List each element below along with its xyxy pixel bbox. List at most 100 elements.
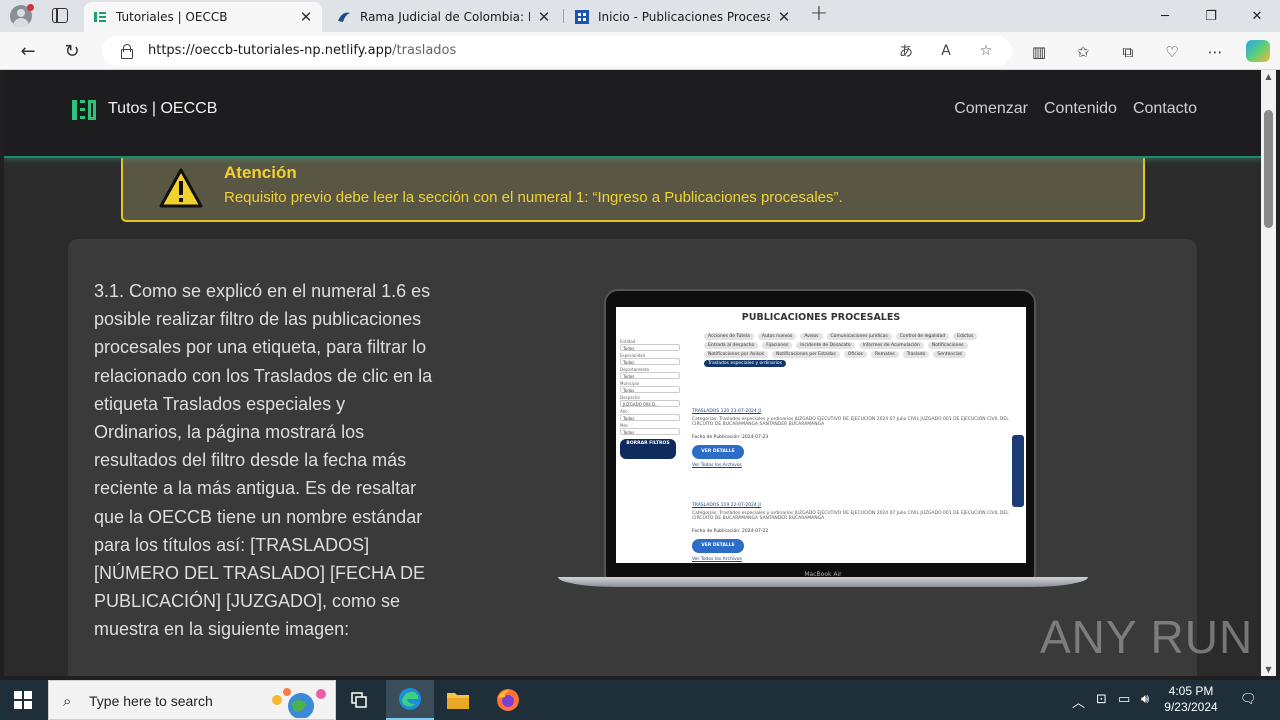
more-menu-icon[interactable]: ⋯ <box>1204 41 1226 63</box>
refresh-button[interactable]: ↻ <box>58 38 86 64</box>
tab-title: Rama Judicial de Colombia: Infor <box>360 10 530 24</box>
scroll-thumb[interactable] <box>1264 110 1273 228</box>
tag: Entrada al despacho <box>704 342 759 349</box>
tab-publicaciones[interactable]: Inicio - Publicaciones Procesales ✕ <box>566 2 800 32</box>
result-date: Fecha de Publicación: 2024-07-23 <box>692 435 769 440</box>
tag: Edictos <box>953 333 978 340</box>
watermark-logo: ANY RUN <box>1040 611 1254 663</box>
tab-close-icon[interactable]: ✕ <box>298 9 314 25</box>
address-bar[interactable]: https://oeccb-tutoriales-np.netlify.app/… <box>102 36 1012 66</box>
read-aloud-icon[interactable]: A <box>936 41 956 61</box>
laptop-screen: PUBLICACIONES PROCESALES Entidad Todos E… <box>616 307 1026 563</box>
tag: Oficios <box>843 351 867 358</box>
minimize-button[interactable]: ─ <box>1142 0 1188 32</box>
tag: Incidente de Desacato <box>796 342 855 349</box>
tag: Remates <box>870 351 899 358</box>
tutorial-paragraph: 3.1. Como se explicó en el numeral 1.6 e… <box>94 281 433 640</box>
tag: Sentencias <box>933 351 967 358</box>
doc-icon <box>92 9 108 25</box>
tab-title: Tutoriales | OECCB <box>116 10 228 24</box>
favorite-star-icon[interactable]: ☆ <box>976 41 996 61</box>
tag: Notificaciones por Estados <box>772 351 840 358</box>
clock-date: 9/23/2024 <box>1164 700 1218 714</box>
view-all-files-link: Ver Todos los Archivos <box>692 557 742 562</box>
tray-app-icon[interactable]: ⊡ <box>1096 692 1107 707</box>
new-tab-button[interactable]: + <box>808 3 830 26</box>
back-button[interactable]: ← <box>14 38 42 64</box>
rama-icon <box>336 9 352 25</box>
grid-icon <box>574 9 590 25</box>
result-categories: Categorías: Traslados especiales y ordin… <box>692 511 1009 521</box>
nav-comenzar[interactable]: Comenzar <box>954 100 1028 118</box>
laptop-screenshot-image: PUBLICACIONES PROCESALES Entidad Todos E… <box>558 289 1088 595</box>
network-icon[interactable]: ▭ <box>1118 692 1130 707</box>
url-path: /traslados <box>392 43 457 58</box>
page-scrollbar[interactable]: ▲ ▼ <box>1261 70 1276 676</box>
result-date: Fecha de Publicación: 2024-07-22 <box>692 529 769 534</box>
filter-select: Todos <box>620 372 680 379</box>
url-text[interactable]: https://oeccb-tutoriales-np.netlify.app/… <box>148 43 456 58</box>
tag: Notificaciones <box>927 342 968 349</box>
search-icon: ⌕ <box>63 692 72 710</box>
tab-title: Inicio - Publicaciones Procesales <box>598 10 770 24</box>
browser-essentials-icon[interactable]: ♡ <box>1161 41 1183 63</box>
task-view-icon[interactable] <box>336 680 384 720</box>
tab-close-icon[interactable]: ✕ <box>536 9 552 25</box>
alert-text: Requisito previo debe leer la sección co… <box>224 189 843 206</box>
firefox-icon[interactable] <box>484 680 532 720</box>
taskbar-search-box[interactable]: ⌕ Type here to search <box>48 680 336 720</box>
translate-icon[interactable]: あ <box>896 41 916 61</box>
tag: Informes de Acumulación <box>858 342 924 349</box>
clock-time: 4:05 PM <box>1168 684 1214 698</box>
tray-chevron-icon[interactable]: ︿ <box>1072 692 1085 711</box>
filter-select: Todos <box>620 386 680 393</box>
address-toolbar: ← ↻ https://oeccb-tutoriales-np.netlify.… <box>0 32 1280 70</box>
favorites-icon[interactable]: ✩ <box>1072 41 1094 63</box>
url-host: https://oeccb-tutoriales-np.netlify.app <box>148 43 393 58</box>
start-windows-icon[interactable] <box>14 691 32 709</box>
notifications-icon[interactable]: 🗨︎ <box>1240 692 1257 707</box>
tab-rama-judicial[interactable]: Rama Judicial de Colombia: Infor ✕ <box>328 2 560 32</box>
tab-strip: Tutoriales | OECCB ✕ Rama Judicial de Co… <box>0 0 1280 32</box>
nav-contacto[interactable]: Contacto <box>1133 100 1197 118</box>
page-viewport: Tutos | OECCB Comenzar Contenido Contact… <box>4 70 1261 676</box>
tag: Comunicaciones jurídicas <box>826 333 892 340</box>
nav-contenido[interactable]: Contenido <box>1044 100 1117 118</box>
split-screen-icon[interactable]: ▥ <box>1028 41 1050 63</box>
tab-actions-icon[interactable] <box>52 8 68 23</box>
filter-select: Todos <box>620 358 680 365</box>
alert-title: Atención <box>224 163 297 182</box>
collections-icon[interactable]: ⧉ <box>1117 41 1139 63</box>
search-highlight-icon <box>272 688 326 718</box>
tab-tutoriales[interactable]: Tutoriales | OECCB ✕ <box>84 2 322 32</box>
close-window-button[interactable]: ✕ <box>1234 0 1280 32</box>
volume-icon[interactable]: 🔊︎ <box>1141 692 1149 707</box>
tab-separator <box>563 9 564 23</box>
edge-taskbar-icon[interactable] <box>386 680 434 720</box>
tag-selected: Traslados especiales y ordinarios <box>704 360 786 367</box>
result-title: TRASLADOS 120 23-07-2024 JI <box>692 409 761 414</box>
warning-icon <box>159 168 203 208</box>
clear-filters-button: BORRAR FILTROS <box>620 439 676 459</box>
scroll-down-icon[interactable]: ▼ <box>1264 665 1273 674</box>
filter-select: Todos <box>620 344 680 351</box>
filter-select: JUZGADO 004 D... <box>620 400 680 407</box>
tag: Traslado <box>902 351 930 358</box>
result-title: TRASLADOS 119 22-07-2024 JI <box>692 503 761 508</box>
view-all-files-link: Ver Todos los Archivos <box>692 463 742 468</box>
lock-icon[interactable] <box>120 44 133 59</box>
result-item: TRASLADOS 119 22-07-2024 JI Categorías: … <box>692 503 1012 562</box>
maximize-button[interactable]: ❐ <box>1188 0 1234 32</box>
file-explorer-icon[interactable] <box>434 680 482 720</box>
logo-icon[interactable] <box>72 100 96 120</box>
result-item: TRASLADOS 120 23-07-2024 JI Categorías: … <box>692 409 1012 468</box>
system-clock[interactable]: 4:05 PM 9/23/2024 <box>1160 683 1222 715</box>
site-brand[interactable]: Tutos | OECCB <box>108 100 217 118</box>
tab-close-icon[interactable]: ✕ <box>776 9 792 25</box>
filter-select: Todos <box>620 428 680 435</box>
screen-title: PUBLICACIONES PROCESALES <box>741 312 901 323</box>
scroll-up-icon[interactable]: ▲ <box>1264 72 1273 81</box>
laptop-base <box>558 577 1088 587</box>
laptop-model-label: MacBook Air <box>804 571 842 578</box>
copilot-icon[interactable] <box>1246 40 1270 62</box>
